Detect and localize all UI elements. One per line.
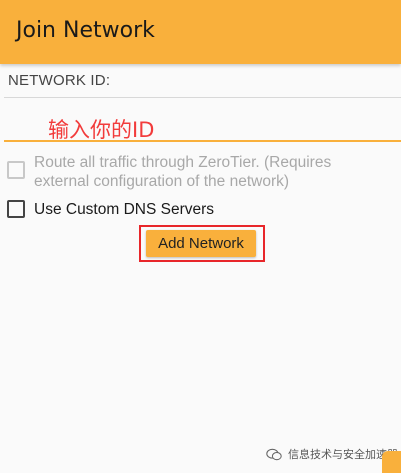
corner-decoration [382,451,401,473]
watermark: 信息技术与安全加速器 [266,446,398,462]
app-bar: Join Network [0,0,401,64]
route-all-traffic-label: Route all traffic through ZeroTier. (Req… [34,154,332,190]
network-id-label: NETWORK ID: [8,72,111,89]
add-network-button[interactable]: Add Network [146,230,256,257]
custom-dns-label: Use Custom DNS Servers [34,201,215,218]
page-title: Join Network [16,18,155,43]
divider [4,97,401,98]
wechat-icon [266,448,282,460]
custom-dns-checkbox[interactable] [7,200,25,218]
network-id-input[interactable] [4,140,401,142]
route-all-traffic-checkbox[interactable] [7,161,25,179]
